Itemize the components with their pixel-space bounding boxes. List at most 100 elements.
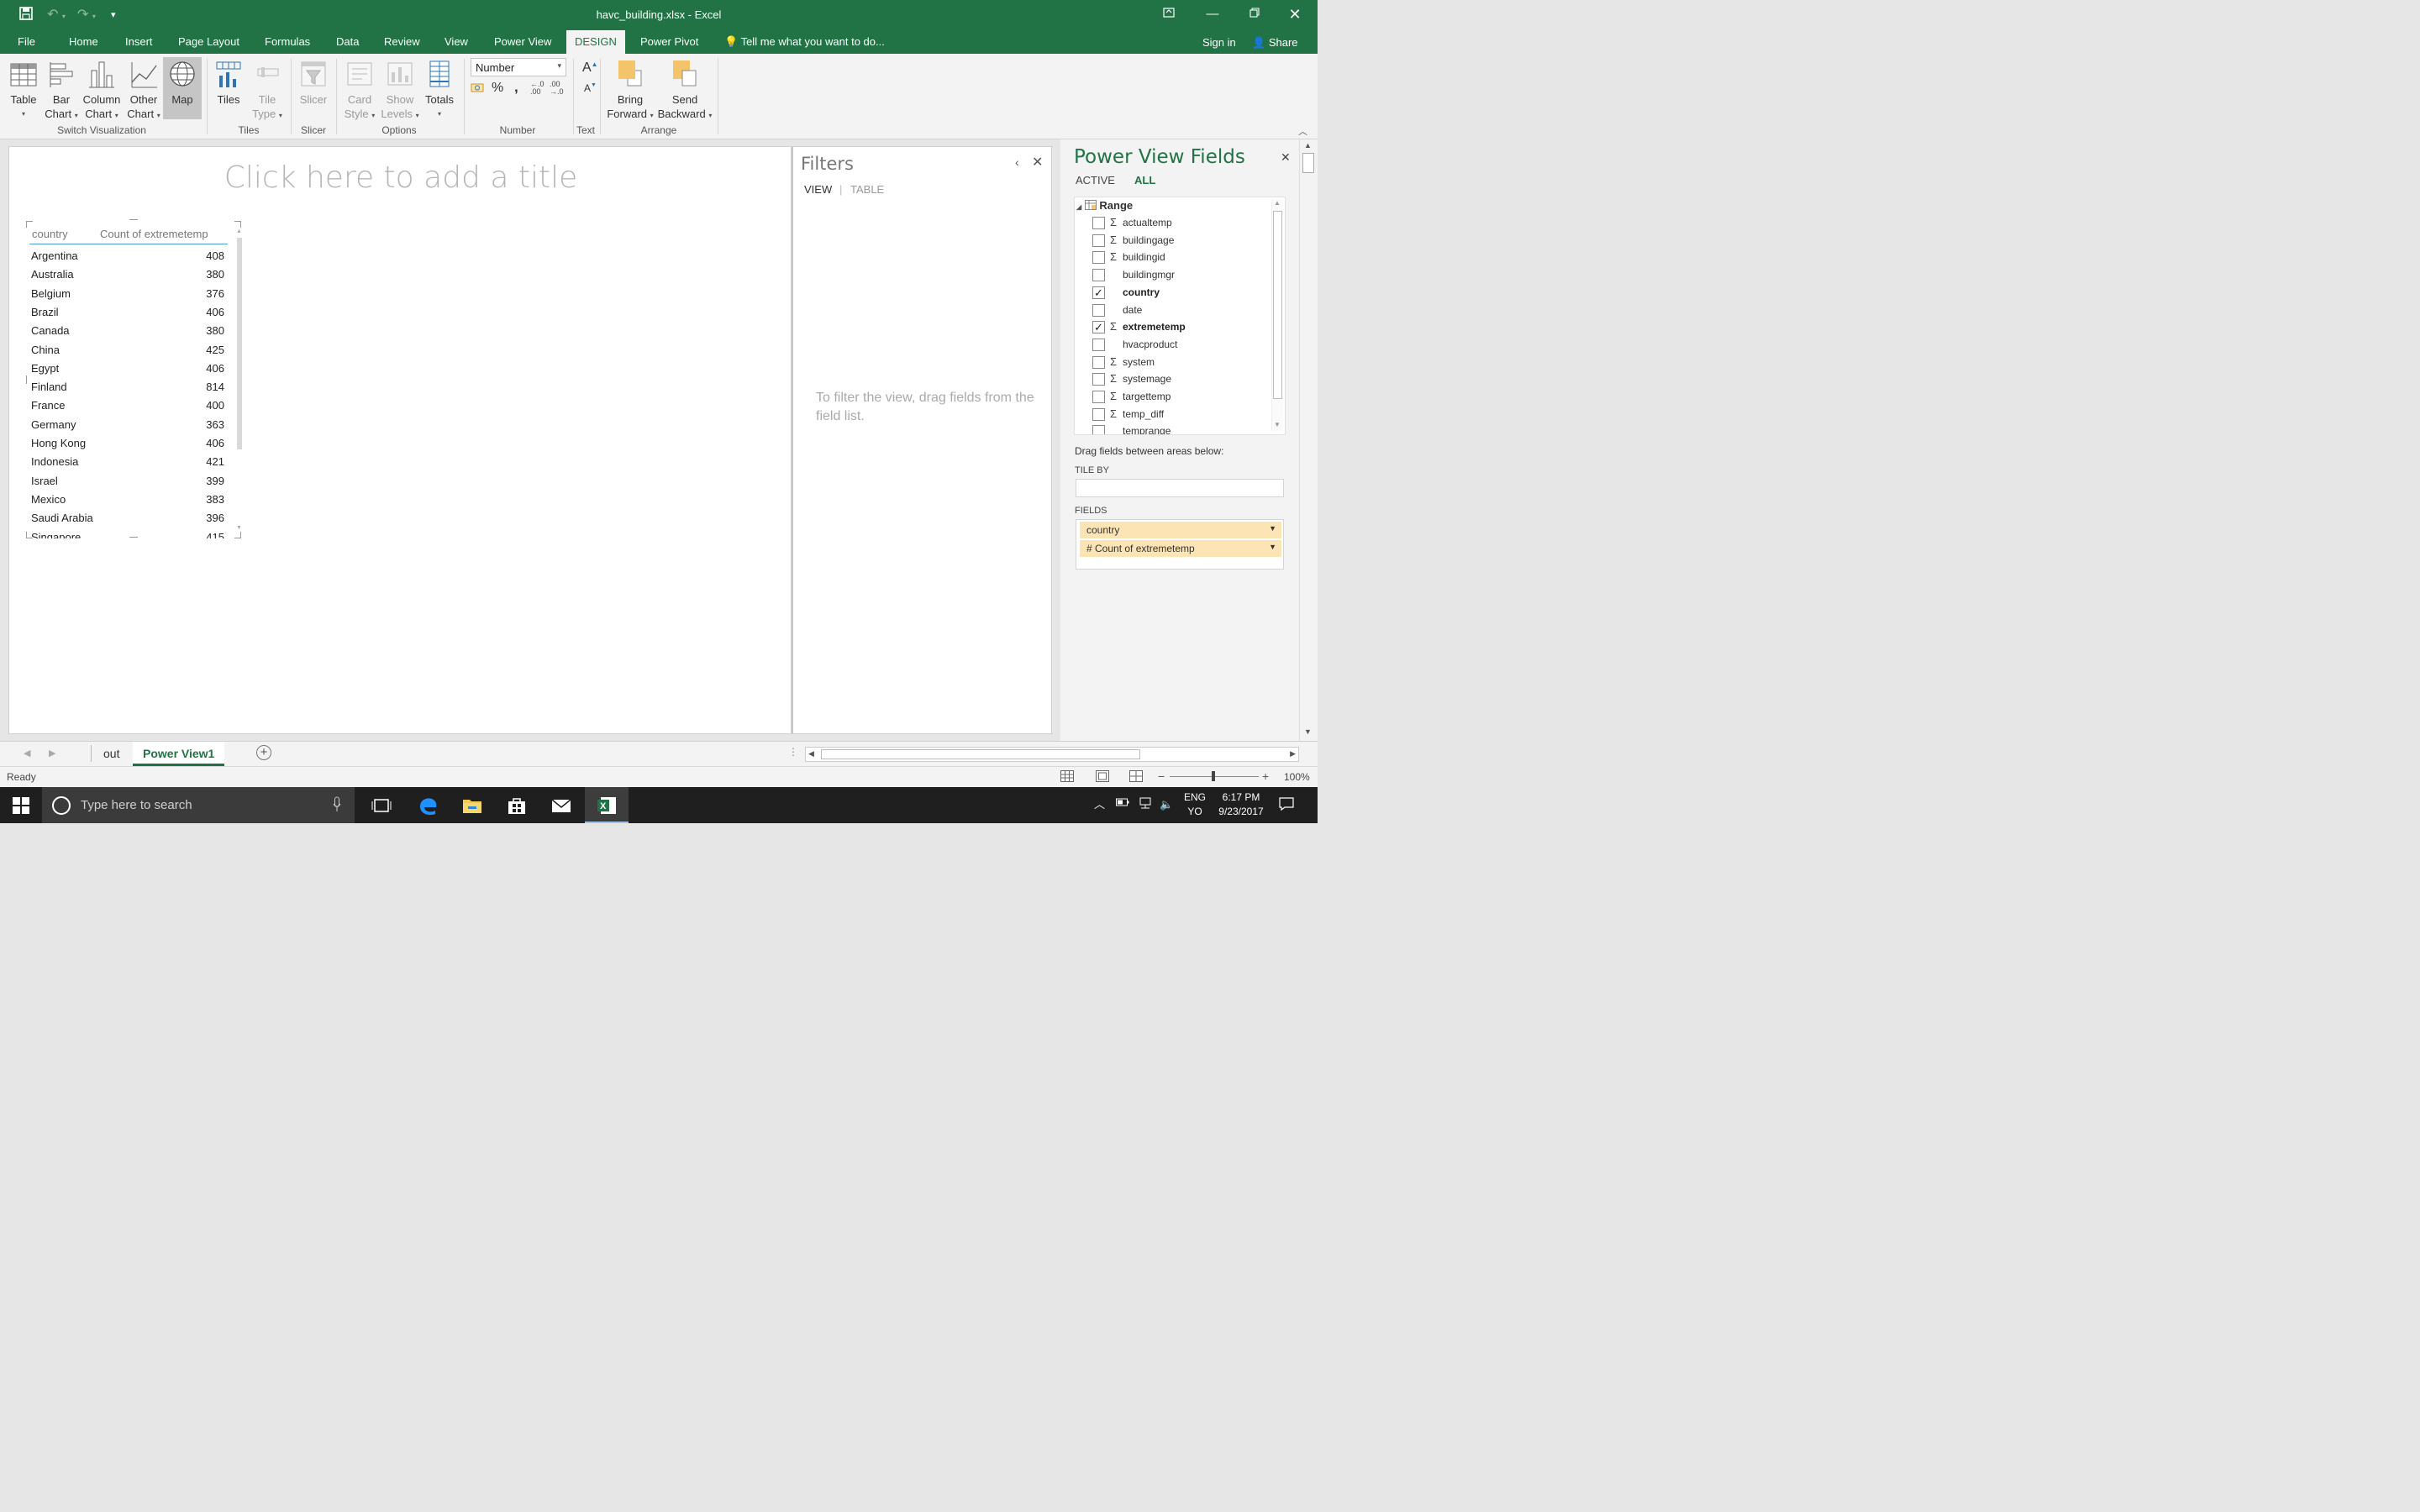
field-item[interactable]: buildingmgr <box>1075 267 1268 284</box>
field-checkbox[interactable] <box>1092 251 1105 265</box>
field-item[interactable]: Σbuildingid <box>1075 249 1268 266</box>
fields-drop-zone[interactable]: country ▼ # Count of extremetemp ▼ <box>1076 519 1284 570</box>
normal-view-icon[interactable] <box>1060 770 1074 782</box>
tile-type-button[interactable]: Tile Type ▾ <box>249 59 286 123</box>
sign-in-link[interactable]: Sign in <box>1202 36 1236 49</box>
taskbar-search-box[interactable]: Type here to search <box>42 787 355 823</box>
other-chart-button[interactable]: Other Chart ▾ <box>124 59 163 123</box>
field-item[interactable]: Σbuildingage <box>1075 233 1268 249</box>
table-row[interactable]: Canada 380 <box>31 324 224 343</box>
excel-taskbar-button[interactable]: X <box>585 787 629 823</box>
table-row[interactable]: Brazil 406 <box>31 306 224 324</box>
scroll-thumb[interactable] <box>821 749 1140 759</box>
scroll-up-icon[interactable]: ▲ <box>236 228 242 234</box>
field-item[interactable]: ✓ Σextremetemp <box>1075 319 1268 336</box>
tiles-button[interactable]: Tiles <box>212 59 245 107</box>
filters-view-tab[interactable]: VIEW <box>804 183 832 196</box>
edge-browser-icon[interactable] <box>417 795 439 816</box>
table-row[interactable]: China 425 <box>31 344 224 362</box>
show-levels-button[interactable]: Show Levels ▾ <box>381 59 419 123</box>
add-sheet-icon[interactable]: + <box>256 745 271 760</box>
canvas-title-placeholder[interactable]: Click here to add a title <box>9 160 792 195</box>
bar-chart-button[interactable]: Bar Chart ▾ <box>42 59 81 123</box>
tab-insert[interactable]: Insert <box>125 35 153 48</box>
action-center-icon[interactable] <box>1279 796 1294 816</box>
collapse-ribbon-icon[interactable]: ︿ <box>1298 124 1307 138</box>
sheet-tab-power-view1[interactable]: Power View1 <box>133 742 225 766</box>
show-hidden-icons[interactable]: ︿ <box>1094 797 1105 811</box>
power-view-canvas[interactable]: Click here to add a title country Count … <box>8 146 792 734</box>
table-row[interactable]: Belgium 376 <box>31 287 224 306</box>
field-checkbox[interactable] <box>1092 425 1105 434</box>
share-button[interactable]: 👤 Share <box>1252 36 1298 50</box>
collapse-filters-icon[interactable]: ‹ <box>1015 155 1019 169</box>
close-fields-pane-icon[interactable]: ✕ <box>1281 150 1291 165</box>
accounting-format-icon[interactable] <box>471 81 486 96</box>
field-checkbox[interactable] <box>1092 373 1105 386</box>
country-table[interactable]: country Count of extremetemp Argentina 40… <box>28 221 243 538</box>
battery-icon[interactable] <box>1116 797 1129 811</box>
field-item[interactable]: Σsystem <box>1075 354 1268 371</box>
field-checkbox[interactable] <box>1092 217 1105 229</box>
microphone-icon[interactable] <box>333 796 341 813</box>
windows-start-icon[interactable] <box>12 796 30 815</box>
field-checkbox[interactable] <box>1092 355 1105 369</box>
resize-handle[interactable] <box>129 219 138 220</box>
table-row[interactable]: France 400 <box>31 399 224 417</box>
bring-forward-button[interactable]: Bring Forward ▾ <box>605 59 655 123</box>
page-break-view-icon[interactable] <box>1129 770 1143 782</box>
table-row[interactable]: Hong Kong 406 <box>31 437 224 455</box>
field-well-item[interactable]: # Count of extremetemp ▼ <box>1080 540 1281 557</box>
field-checkbox[interactable]: ✓ <box>1092 286 1105 299</box>
input-language[interactable]: ENG YO <box>1180 790 1210 819</box>
page-layout-view-icon[interactable] <box>1096 770 1109 782</box>
mail-icon[interactable] <box>550 795 572 816</box>
send-backward-button[interactable]: Send Backward ▾ <box>657 59 713 123</box>
table-row[interactable]: Singapore 415 <box>31 531 224 539</box>
field-checkbox[interactable] <box>1092 269 1105 282</box>
tab-design[interactable]: DESIGN <box>566 30 625 54</box>
splitter-handle[interactable]: ⋮ <box>788 746 798 758</box>
tab-view[interactable]: View <box>445 35 468 48</box>
table-row[interactable]: Finland 814 <box>31 381 224 399</box>
field-item[interactable]: hvacproduct <box>1075 337 1268 354</box>
field-list-scrollbar[interactable]: ▲ ▼ <box>1271 199 1283 431</box>
table-button[interactable]: Table ▾ <box>5 59 42 121</box>
chevron-down-icon[interactable]: ▼ <box>1269 524 1276 533</box>
tab-review[interactable]: Review <box>384 35 420 48</box>
field-checkbox[interactable] <box>1092 234 1105 247</box>
scroll-thumb[interactable] <box>1273 211 1282 399</box>
field-item[interactable]: Σtargettemp <box>1075 389 1268 406</box>
scroll-right-icon[interactable]: ▶ <box>1290 749 1296 759</box>
scroll-thumb[interactable] <box>1302 153 1314 173</box>
header-count-extremetemp[interactable]: Count of extremetemp <box>100 228 208 240</box>
table-scrollbar[interactable] <box>237 238 242 449</box>
tab-data[interactable]: Data <box>336 35 359 48</box>
decrease-decimal-button[interactable]: .00 →.0 <box>550 81 564 96</box>
field-checkbox[interactable] <box>1092 391 1105 403</box>
restore-icon[interactable] <box>1235 5 1274 25</box>
next-sheet-icon[interactable]: ▶ <box>49 748 55 759</box>
field-checkbox[interactable] <box>1092 338 1105 351</box>
field-checkbox[interactable] <box>1092 303 1105 317</box>
increase-font-size-button[interactable]: A▲ <box>582 60 598 76</box>
comma-button[interactable]: , <box>514 79 518 96</box>
tab-home[interactable]: Home <box>69 35 98 48</box>
previous-sheet-icon[interactable]: ◀ <box>24 748 30 759</box>
totals-button[interactable]: Totals ▾ <box>422 59 457 121</box>
header-country[interactable]: country <box>32 228 68 240</box>
table-row[interactable]: Mexico 383 <box>31 493 224 512</box>
card-style-button[interactable]: Card Style ▾ <box>341 59 378 123</box>
map-button[interactable]: Map <box>163 57 202 119</box>
zoom-out-icon[interactable]: − <box>1158 769 1165 783</box>
table-row[interactable]: Saudi Arabia 396 <box>31 512 224 530</box>
table-row[interactable]: Egypt 406 <box>31 362 224 381</box>
field-item[interactable]: Σtemp_diff <box>1075 407 1268 423</box>
tab-power-pivot[interactable]: Power Pivot <box>640 35 698 48</box>
filters-table-tab[interactable]: TABLE <box>850 183 884 196</box>
table-row[interactable]: Australia 380 <box>31 268 224 286</box>
number-format-select[interactable]: Number ▾ <box>471 58 566 76</box>
field-item[interactable]: Σactualtemp <box>1075 215 1268 232</box>
scroll-left-icon[interactable]: ◀ <box>808 749 814 759</box>
tab-formulas[interactable]: Formulas <box>265 35 310 48</box>
